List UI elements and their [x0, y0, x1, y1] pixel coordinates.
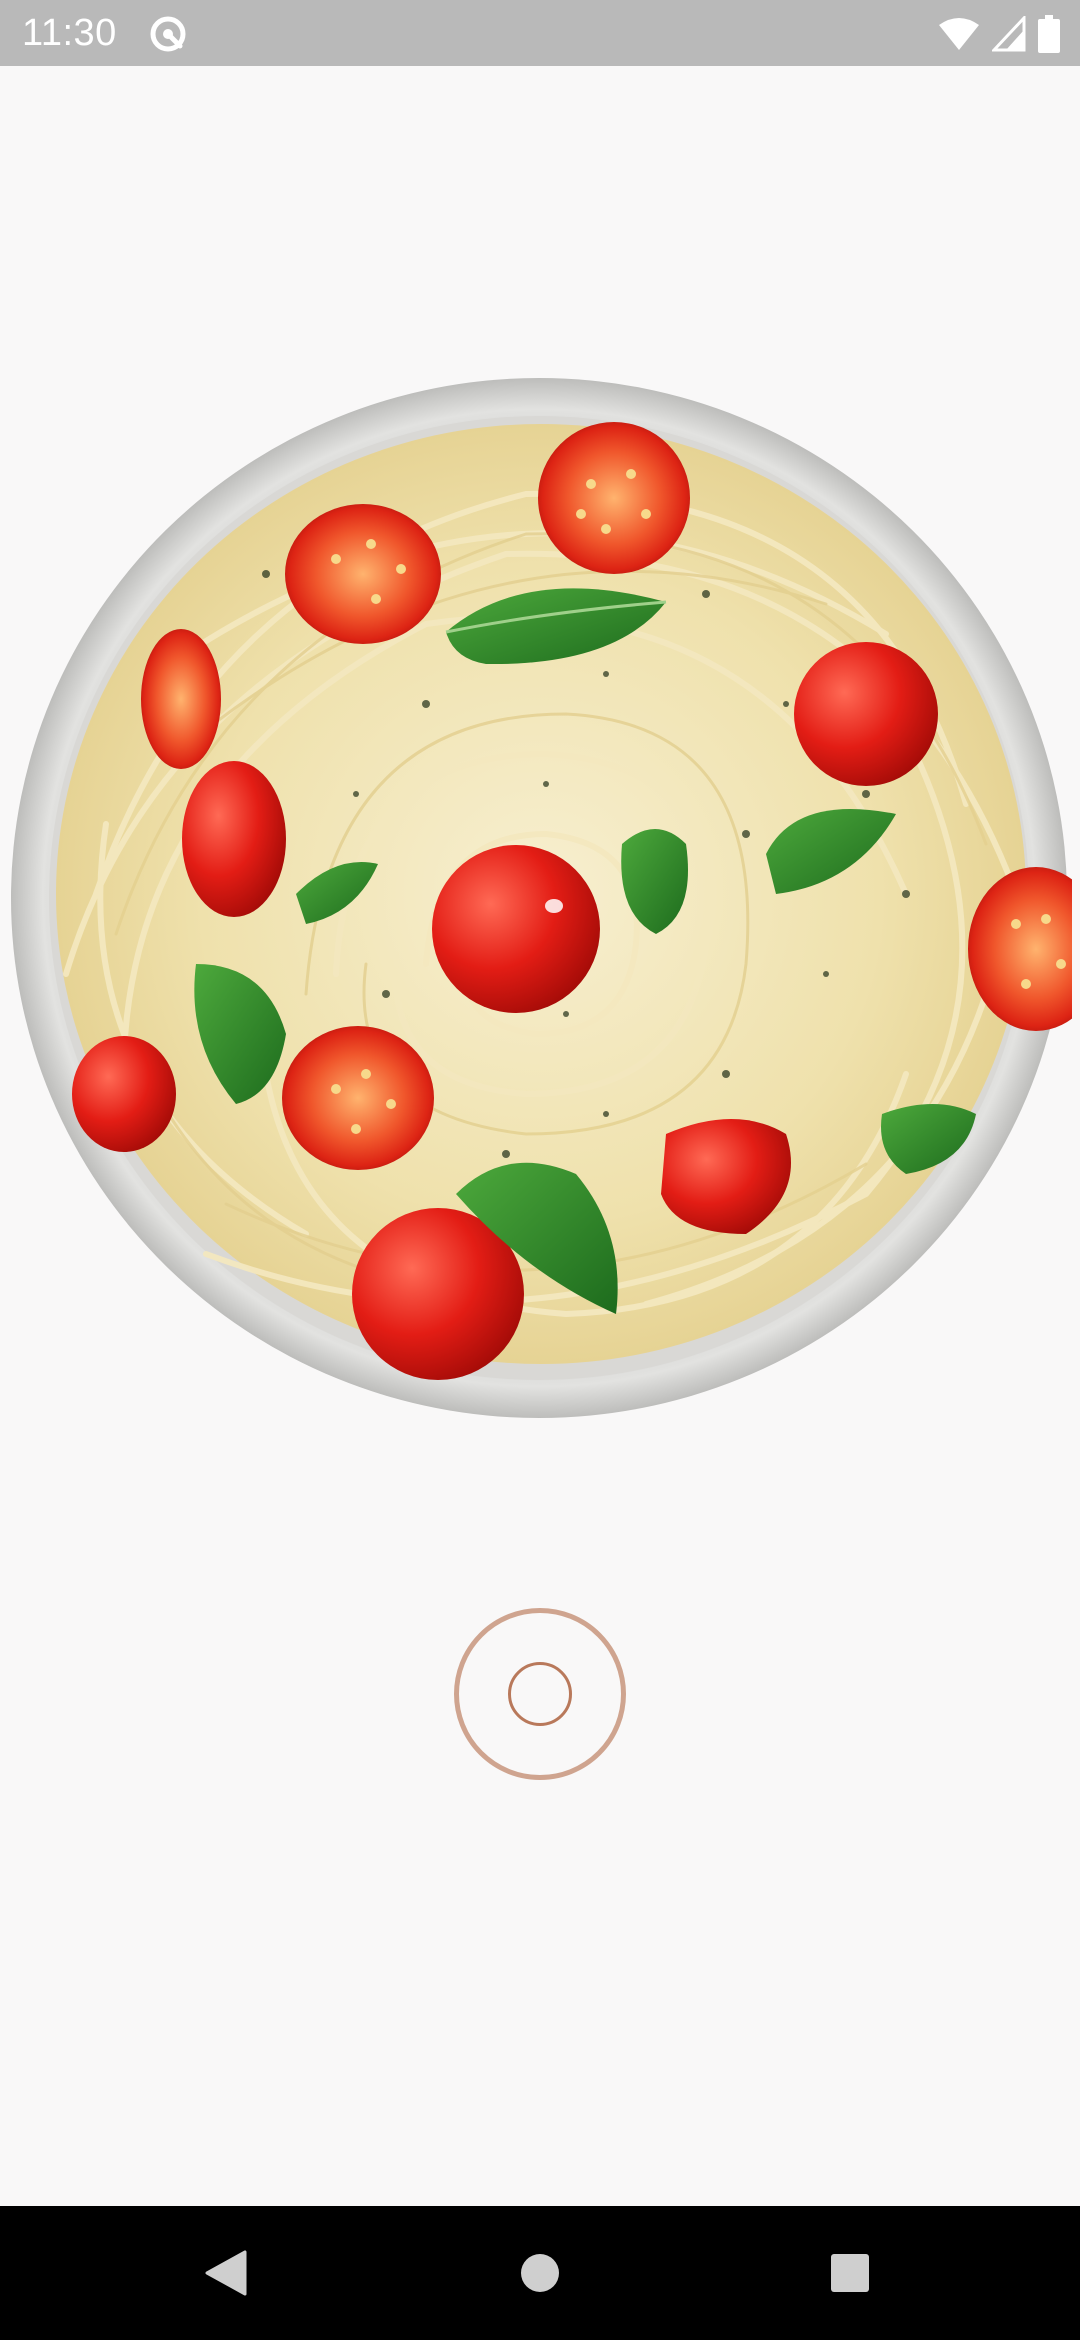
home-button[interactable]: [505, 2238, 575, 2308]
back-button[interactable]: [190, 2238, 260, 2308]
wifi-icon: [939, 18, 979, 50]
recents-icon: [831, 2254, 869, 2292]
status-icons: [938, 14, 1060, 54]
cellular-signal-icon: [992, 16, 1026, 52]
navigation-bar: [0, 2206, 1080, 2340]
pasta-dish-image: [11, 378, 1072, 1418]
home-icon: [521, 2254, 559, 2292]
status-time: 11:30: [22, 12, 117, 54]
status-bar: 11:30: [0, 0, 1080, 66]
recents-button[interactable]: [815, 2238, 885, 2308]
battery-icon: [1038, 15, 1060, 53]
tomato: [432, 845, 600, 1013]
back-icon: [205, 2250, 247, 2296]
capture-icon: [508, 1662, 572, 1726]
capture-button[interactable]: [454, 1608, 626, 1780]
data-saver-icon: [150, 16, 186, 52]
